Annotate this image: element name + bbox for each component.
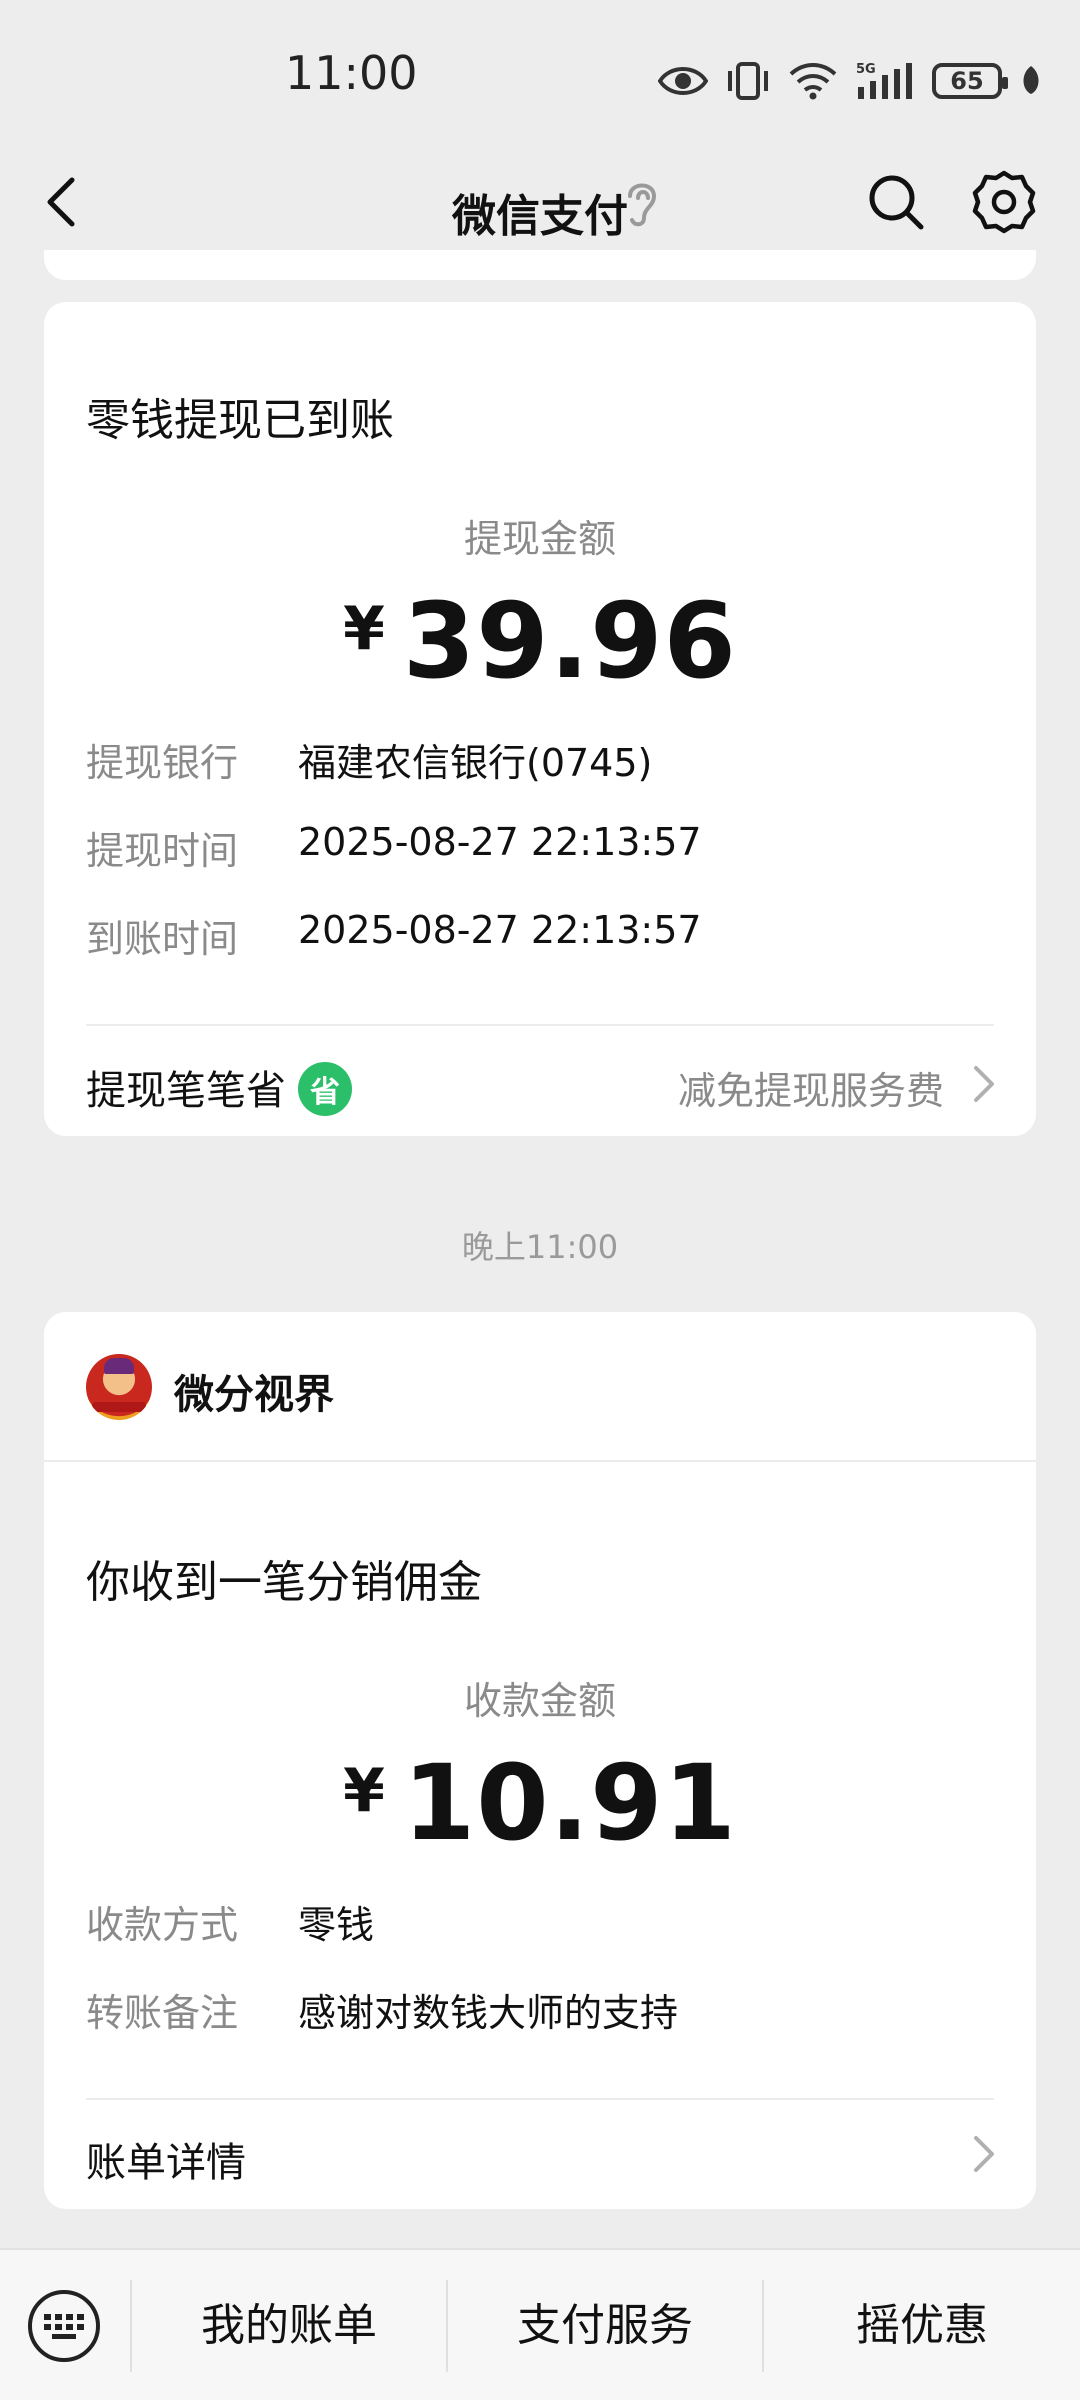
amount-label: 提现金额 (463, 517, 616, 561)
divider (44, 1460, 1036, 1462)
tab-payment-services[interactable]: 支付服务 (448, 2250, 762, 2400)
vibrate-icon (728, 62, 768, 100)
leaf-icon (1023, 66, 1039, 94)
payment-method-label: 收款方式 (86, 1903, 239, 1947)
battery-icon: 65 (932, 63, 1008, 99)
amount-value: 10.91 (402, 1742, 737, 1864)
avatar (86, 1354, 152, 1420)
chevron-right-icon[interactable] (972, 2134, 996, 2174)
bottom-bar: 我的账单 支付服务 摇优惠 (0, 2248, 1080, 2400)
transfer-note-value: 感谢对数钱大师的支持 (298, 1991, 679, 2035)
chevron-right-icon[interactable] (972, 1064, 996, 1104)
divider (86, 1024, 994, 1026)
battery-level: 65 (950, 67, 984, 95)
arrival-time-label: 到账时间 (86, 917, 239, 961)
save-badge: 省 (298, 1062, 352, 1116)
fee-saver-label: 提现笔笔省 (86, 1068, 286, 1114)
currency-symbol: ¥ (343, 1756, 385, 1826)
withdraw-time-label: 提现时间 (86, 829, 239, 873)
eye-icon (658, 67, 708, 95)
arrival-time-value: 2025-08-27 22:13:57 (298, 908, 702, 952)
commission-card[interactable]: 微分视界 你收到一笔分销佣金 收款金额 ¥10.91 收款方式 零钱 转账备注 … (44, 1312, 1036, 2209)
status-icons: 5G 65 (658, 56, 1042, 106)
page: 11:00 5G 65 微信支付 零钱提现已到账 提现金额 ¥ 39.96 提现… (0, 0, 1080, 2400)
search-icon[interactable] (866, 172, 926, 232)
bank-label: 提现银行 (86, 741, 239, 785)
fee-saver-row[interactable]: 提现笔笔省省 (86, 1058, 352, 1120)
signal-5g-icon: 5G (856, 62, 912, 99)
bill-details-link[interactable]: 账单详情 (86, 2130, 246, 2188)
merchant-name[interactable]: 微分视界 (174, 1362, 334, 1420)
ear-icon[interactable] (622, 176, 662, 230)
svg-text:5G: 5G (856, 62, 876, 77)
gear-icon[interactable] (972, 170, 1036, 234)
withdraw-time-value: 2025-08-27 22:13:57 (298, 820, 702, 864)
status-bar: 11:00 5G 65 (0, 0, 1080, 140)
timestamp: 晚上11:00 (461, 1228, 619, 1266)
tab-my-bills[interactable]: 我的账单 (132, 2250, 446, 2400)
withdraw-card[interactable]: 零钱提现已到账 提现金额 ¥39.96 提现银行 福建农信银行(0745) 提现… (44, 302, 1036, 1136)
status-time: 11:00 (285, 46, 418, 100)
amount-value: 39.96 (402, 580, 737, 702)
transfer-note-label: 转账备注 (86, 1991, 239, 2035)
wifi-icon (789, 63, 837, 100)
bank-value: 福建农信银行(0745) (298, 741, 653, 785)
fee-waiver-link[interactable]: 减免提现服务费 (678, 1060, 944, 1115)
previous-card (44, 250, 1036, 280)
nav-bar: 微信支付 (0, 140, 1080, 264)
payment-method-value: 零钱 (298, 1903, 375, 1947)
tab-shake-deals[interactable]: 摇优惠 (764, 2250, 1080, 2400)
amount: ¥10.91 (44, 1742, 1036, 1864)
card-heading: 零钱提现已到账 (86, 395, 394, 446)
currency-symbol: ¥ (343, 594, 385, 664)
keyboard-icon[interactable] (28, 2290, 100, 2362)
card-heading: 你收到一笔分销佣金 (86, 1557, 482, 1608)
amount: ¥39.96 (44, 580, 1036, 702)
divider (86, 2098, 994, 2100)
amount-label: 收款金额 (463, 1679, 616, 1723)
